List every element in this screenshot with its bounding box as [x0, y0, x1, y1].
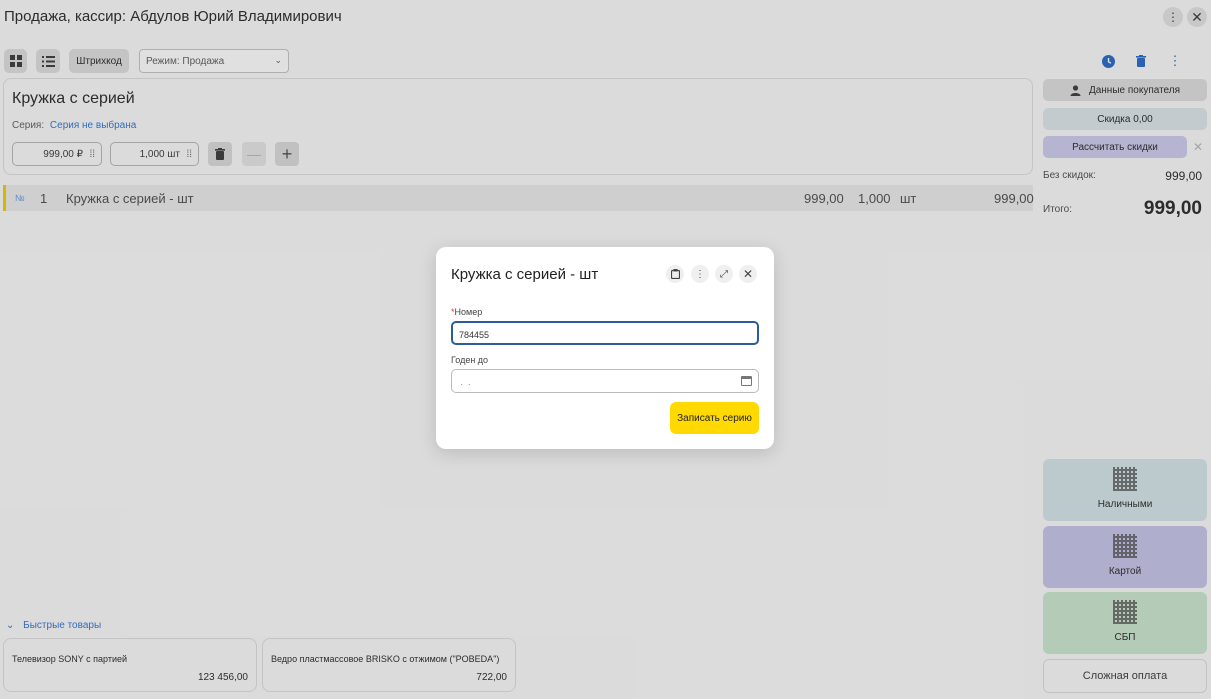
number-label-row: *Номер — [451, 307, 482, 317]
calendar-icon[interactable] — [741, 376, 752, 386]
series-dialog: Кружка с серией - шт ⋮ ⤢ ✕ *Номер 784455… — [436, 247, 774, 449]
dialog-title: Кружка с серией - шт — [451, 266, 599, 283]
series-number-value: 784455 — [459, 330, 490, 340]
series-number-input[interactable]: 784455 — [451, 321, 759, 345]
dialog-more-icon[interactable]: ⋮ — [691, 265, 709, 283]
dialog-close-icon[interactable]: ✕ — [739, 265, 757, 283]
expand-icon[interactable]: ⤢ — [715, 265, 733, 283]
expiry-date-input[interactable]: . . — [451, 369, 759, 393]
expiry-date-value: . . — [458, 377, 471, 387]
number-label: Номер — [454, 307, 483, 317]
pos-app: Продажа, кассир: Абдулов Юрий Владимиров… — [0, 0, 1211, 699]
save-series-button[interactable]: Записать серию — [670, 402, 759, 434]
expiry-label: Годен до — [451, 355, 489, 365]
clipboard-icon[interactable] — [666, 265, 684, 283]
